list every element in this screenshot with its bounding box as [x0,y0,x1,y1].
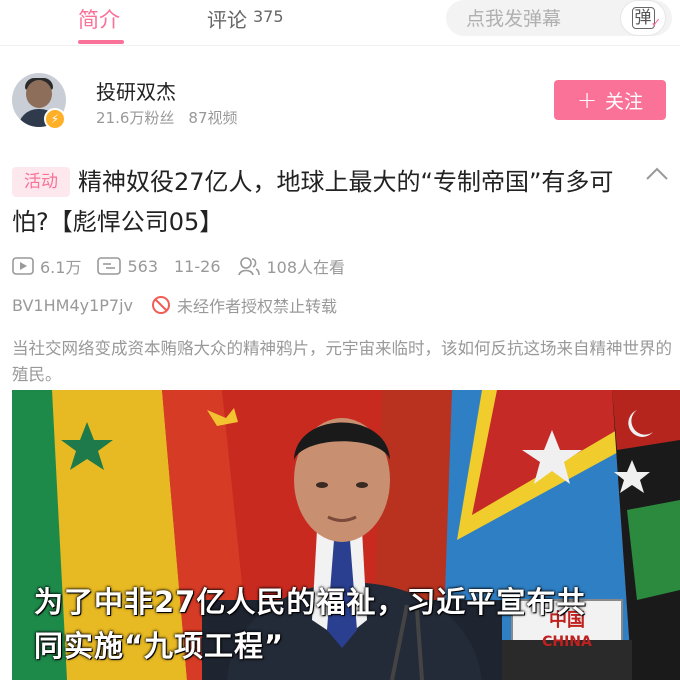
publish-date-value: 11-26 [174,256,221,276]
danmaku-placeholder: 点我发弹幕 [466,8,562,30]
no-entry-icon [152,296,171,314]
tab-bar: 简介 评论 375 点我发弹幕 弹 ✓ [0,0,680,46]
tab-intro-label: 简介 [78,8,120,32]
danmaku-count: 563 [97,257,158,276]
watching-count-value: 108人在看 [266,258,346,277]
plus-icon: + [576,86,598,114]
people-icon [237,257,260,276]
follow-button[interactable]: + 关注 [554,80,666,120]
lightning-badge-icon: ⚡ [44,108,66,130]
bvid-row: BV1HM4y1P7jv 未经作者授权禁止转载 [12,293,337,317]
video-subtitle: 为了中非27亿人民的福祉，习近平宣布共 同实施“九项工程” [34,580,674,668]
publish-date: 11-26 [174,257,221,276]
danmaku-input[interactable]: 点我发弹幕 弹 ✓ [446,0,672,36]
subtitle-line-1: 为了中非27亿人民的福祉，习近平宣布共 [34,585,587,619]
tab-comments-label: 评论 [207,8,247,32]
danmaku-toggle-icon: 弹 ✓ [631,7,662,31]
danmaku-glyph: 弹 [634,8,652,28]
repost-notice-text: 未经作者授权禁止转载 [177,297,338,316]
tab-comments[interactable]: 评论 375 [207,0,284,46]
subtitle-line-2: 同实施“九项工程” [34,629,285,663]
chevron-up-icon[interactable] [644,164,670,184]
comments-count: 375 [253,7,284,26]
activity-tag[interactable]: 活动 [12,167,70,197]
check-icon: ✓ [650,16,662,31]
repost-notice: 未经作者授权禁止转载 [151,293,337,317]
video-description: 当社交网络变成资本贿赂大众的精神鸦片，元宇宙来临时，该如何反抗这场来自精神世界的… [12,339,672,384]
danmaku-icon [97,257,122,275]
view-count: 6.1万 [12,254,81,278]
video-title-block: 活动 精神奴役27亿人，地球上最大的“专制帝国”有多可怕?【彪悍公司05】 [12,162,632,242]
avatar-head [26,80,52,108]
follower-count: 21.6万粉丝 [96,109,175,127]
uploader-stats: 21.6万粉丝 87视频 [96,107,238,128]
video-title: 精神奴役27亿人，地球上最大的“专制帝国”有多可怕?【彪悍公司05】 [12,168,614,236]
view-count-value: 6.1万 [40,258,82,277]
watching-count: 108人在看 [237,254,346,278]
uploader-name[interactable]: 投研双杰 [96,76,176,105]
bvid[interactable]: BV1HM4y1P7jv [12,296,133,315]
tab-intro[interactable]: 简介 [78,0,124,46]
danmaku-toggle-button[interactable]: 弹 ✓ [620,0,666,36]
video-meta-row: 6.1万 563 11-26 108人在看 [12,254,361,278]
danmaku-count-value: 563 [127,256,158,276]
video-count: 87视频 [188,109,238,127]
play-icon [12,257,34,275]
follow-label: 关注 [605,90,644,113]
active-tab-indicator [78,40,124,44]
